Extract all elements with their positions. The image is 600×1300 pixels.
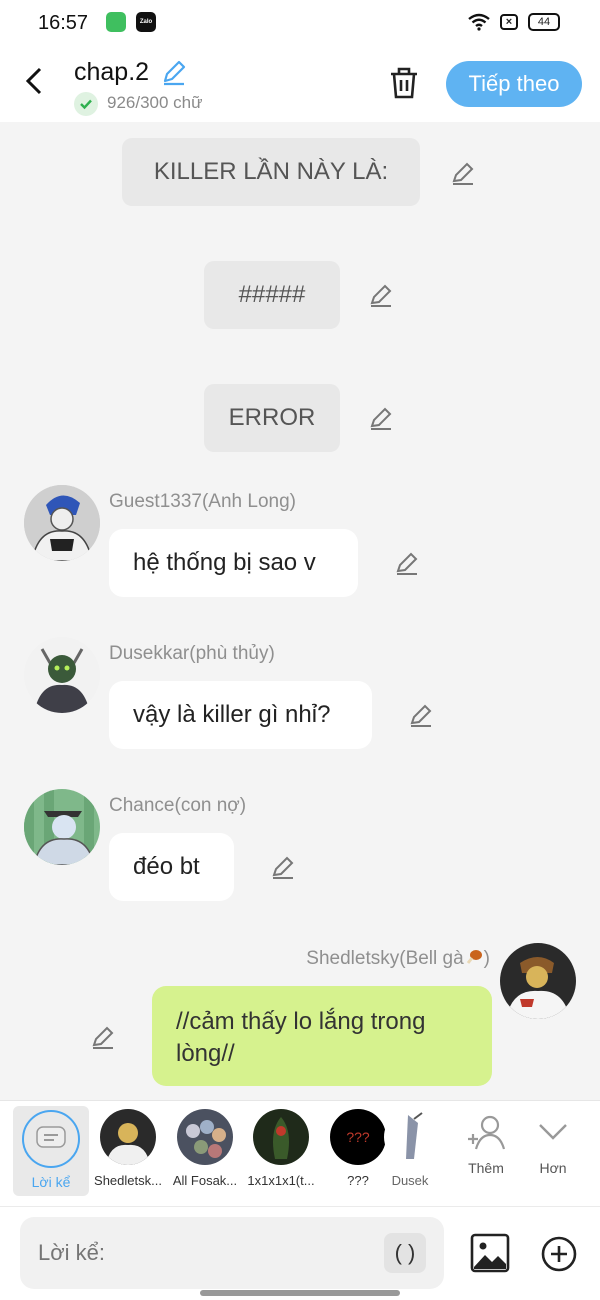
chevron-down-icon [539,1124,567,1140]
next-button[interactable]: Tiếp theo [446,61,582,107]
pencil-icon [92,1026,114,1049]
chat-bubble-icon [36,1126,66,1148]
narration-bubble[interactable]: ##### [204,261,340,329]
pencil-icon [396,552,418,575]
character-label: Dusek [391,1173,429,1188]
edit-message-button[interactable] [270,854,296,880]
status-bar: 16:57 Zalo × 44 [0,0,600,46]
status-time: 16:57 [38,12,89,34]
avatar[interactable] [24,789,100,865]
character-label: All Fosak... [172,1173,238,1188]
edit-message-button[interactable] [450,160,476,186]
add-button[interactable] [540,1235,578,1278]
message-bubble[interactable]: hệ thống bị sao v [109,529,358,597]
header: chap.2 926/300 chữ Tiếp theo [0,46,600,122]
more-label: Hơn [539,1160,567,1176]
edit-message-button[interactable] [394,550,420,576]
back-button[interactable] [24,66,44,104]
chapter-title: chap.2 [74,58,150,86]
character-tab[interactable]: 1x1x1x1(t... [242,1109,320,1188]
trash-icon [391,67,417,99]
character-tab-narrator[interactable]: Lời kể [13,1106,89,1196]
character-label: Shedletsk... [94,1173,162,1188]
word-count: 926/300 chữ [107,93,203,112]
wifi-icon [468,13,490,31]
chicken-icon [465,948,483,966]
message-bubble[interactable]: vậy là killer gì nhỉ? [109,681,372,749]
pencil-icon [370,284,392,307]
sim-icon: × [500,14,518,30]
app-icon [106,12,126,32]
edit-message-button[interactable] [368,405,394,431]
pencil-icon [370,407,392,430]
edit-message-button[interactable] [90,1024,116,1050]
avatar[interactable] [500,943,576,1019]
narration-bubble[interactable]: KILLER LẦN NÀY LÀ: [122,138,420,206]
avatar: ??? [330,1109,386,1165]
narrator-avatar [22,1110,80,1168]
insert-image-button[interactable] [470,1233,510,1278]
narration-bubble[interactable]: ERROR [204,384,340,452]
zalo-icon: Zalo [136,12,156,32]
avatar [100,1109,156,1165]
battery-icon: 44 [528,13,560,31]
character-label: Lời kể [31,1174,71,1190]
pencil-icon [272,856,294,879]
avatar[interactable] [24,637,100,713]
avatar [177,1109,233,1165]
image-icon [470,1233,510,1273]
my-message-bubble[interactable]: //cảm thấy lo lắng trong lòng// [152,986,492,1086]
pencil-icon [410,704,432,727]
username: Shedletsky(Bell gà) [306,948,490,969]
edit-message-button[interactable] [368,282,394,308]
add-character-button[interactable]: Thêm [456,1113,516,1176]
avatar [384,1109,436,1165]
edit-message-button[interactable] [408,702,434,728]
character-bar: Lời kể Shedletsk... All Fosak... 1x1x1x1… [0,1100,600,1206]
username: Dusekkar(phù thủy) [109,643,275,664]
narration-input[interactable] [20,1217,444,1289]
more-button[interactable]: Hơn [523,1113,583,1176]
character-tab[interactable]: All Fosak... [166,1109,244,1188]
pencil-icon [163,60,186,86]
check-icon [74,92,98,116]
edit-title-button[interactable] [160,58,188,91]
avatar[interactable] [24,485,100,561]
chat-area: KILLER LẦN NÀY LÀ: ##### ERROR Guest1337… [0,122,600,1100]
avatar [253,1109,309,1165]
parenthesis-button[interactable]: ( ) [384,1233,426,1273]
input-bar: ( ) [0,1206,600,1300]
home-indicator[interactable] [200,1290,400,1296]
add-label: Thêm [468,1160,504,1176]
character-label: 1x1x1x1(t... [247,1173,315,1188]
username: Guest1337(Anh Long) [109,491,296,512]
chevron-left-icon [25,67,42,95]
add-person-icon [468,1115,506,1150]
message-bubble[interactable]: đéo bt [109,833,234,901]
pencil-icon [452,162,474,185]
character-tab[interactable]: Dusek [384,1109,436,1188]
plus-circle-icon [541,1236,577,1272]
username: Chance(con nợ) [109,795,247,816]
delete-button[interactable] [388,66,420,105]
character-tab[interactable]: Shedletsk... [89,1109,167,1188]
